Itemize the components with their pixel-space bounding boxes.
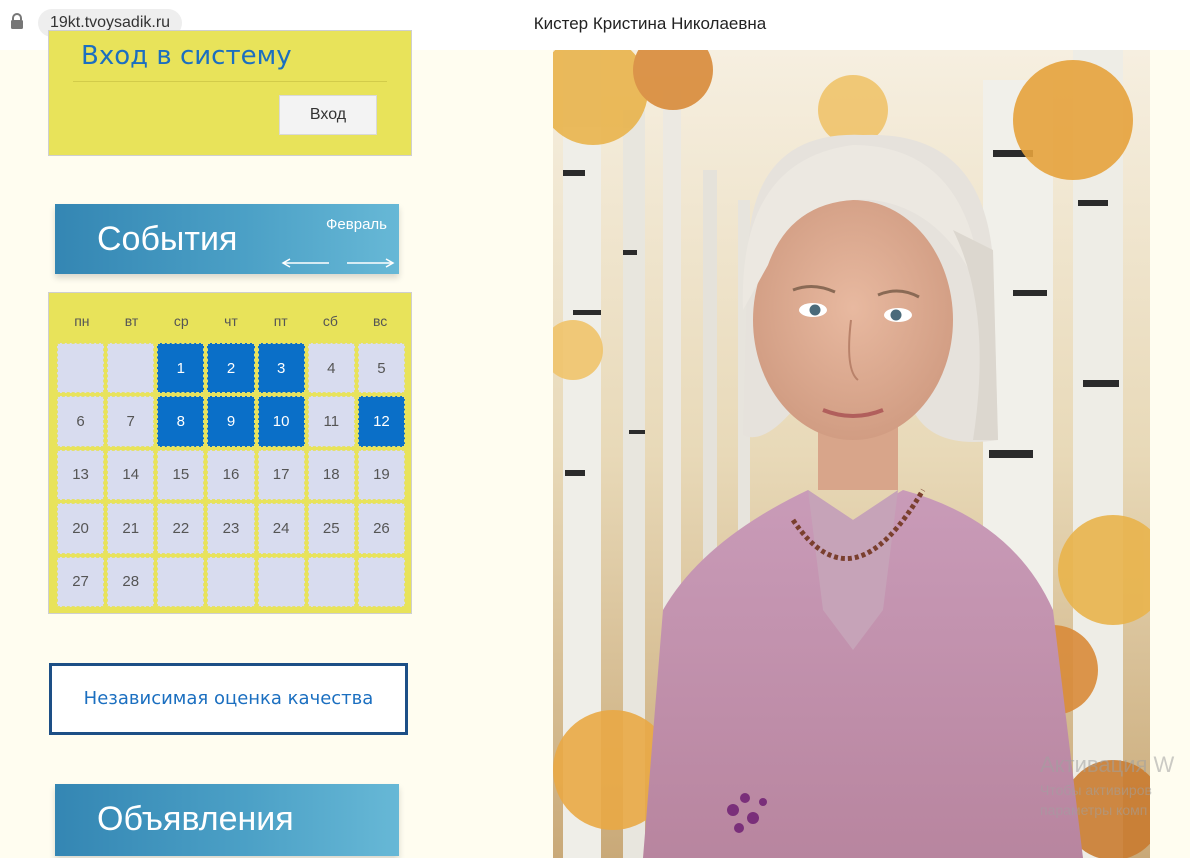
calendar-day: 17 xyxy=(257,449,305,501)
announcements-title: Объявления xyxy=(97,800,294,838)
calendar-day: 20 xyxy=(57,503,105,554)
calendar-day: 24 xyxy=(257,503,305,554)
calendar-event-day[interactable]: 9 xyxy=(207,396,255,447)
calendar-day: 4 xyxy=(307,343,355,394)
calendar-day: 22 xyxy=(157,503,205,554)
weekday-label: сб xyxy=(322,313,338,329)
quality-link[interactable]: Независимая оценка качества xyxy=(52,666,405,732)
calendar-day: 15 xyxy=(157,449,205,501)
calendar-empty-cell xyxy=(257,556,305,607)
calendar-day: 11 xyxy=(307,396,355,447)
teacher-portrait-photo xyxy=(553,50,1150,858)
events-title: События xyxy=(97,220,238,258)
calendar-day: 7 xyxy=(107,396,155,447)
calendar-day: 16 xyxy=(207,449,255,501)
calendar-day: 14 xyxy=(107,449,155,501)
weekday-label: вт xyxy=(124,313,139,329)
calendar-weekdays: пн вт ср чт пт сб вс xyxy=(57,299,405,343)
events-banner: События Февраль xyxy=(55,204,399,274)
watermark-line-2: Чтобы активиров xyxy=(1040,782,1152,798)
calendar-empty-cell xyxy=(57,343,105,394)
calendar-event-day[interactable]: 10 xyxy=(257,396,305,447)
login-title: Вход в систему xyxy=(81,41,292,71)
weekday-label: пт xyxy=(273,313,288,329)
calendar-day: 26 xyxy=(357,503,405,554)
next-month-arrow-icon[interactable] xyxy=(345,258,395,268)
calendar-day: 18 xyxy=(307,449,355,501)
calendar-empty-cell xyxy=(357,556,405,607)
activation-watermark: Активация W Чтобы активиров параметры ко… xyxy=(1040,752,1190,842)
quality-link-box: Независимая оценка качества xyxy=(49,663,408,735)
login-widget: Вход в систему Вход xyxy=(48,30,412,156)
login-button[interactable]: Вход xyxy=(279,95,377,135)
weekday-label: ср xyxy=(173,313,189,329)
calendar-day: 19 xyxy=(357,449,405,501)
calendar-day: 28 xyxy=(107,556,155,607)
calendar-day: 13 xyxy=(57,449,105,501)
prev-month-arrow-icon[interactable] xyxy=(281,258,331,268)
login-divider xyxy=(73,81,387,82)
calendar-empty-cell xyxy=(107,343,155,394)
calendar-day: 6 xyxy=(57,396,105,447)
calendar-event-day[interactable]: 3 xyxy=(257,343,305,394)
announcements-banner: Объявления xyxy=(55,784,399,856)
events-calendar: пн вт ср чт пт сб вс 1 2 3 4 5 6 7 8 9 10 11 12 13 14… xyxy=(48,292,412,614)
calendar-empty-cell xyxy=(157,556,205,607)
portrait-illustration xyxy=(553,50,1150,858)
calendar-event-day[interactable]: 2 xyxy=(207,343,255,394)
weekday-label: пн xyxy=(74,313,90,329)
calendar-day: 23 xyxy=(207,503,255,554)
calendar-empty-cell xyxy=(207,556,255,607)
calendar-event-day[interactable]: 12 xyxy=(357,396,405,447)
calendar-event-day[interactable]: 8 xyxy=(157,396,205,447)
weekday-label: вс xyxy=(373,313,388,329)
calendar-empty-cell xyxy=(307,556,355,607)
watermark-line-3: параметры комп xyxy=(1040,802,1148,818)
calendar-days: 1 2 3 4 5 6 7 8 9 10 11 12 13 14 15 16 17 18 19 20 21 22 23 24 2… xyxy=(57,343,405,607)
calendar-day: 27 xyxy=(57,556,105,607)
watermark-line-1: Активация W xyxy=(1040,752,1175,777)
calendar-day: 25 xyxy=(307,503,355,554)
weekday-label: чт xyxy=(224,313,238,329)
calendar-day: 5 xyxy=(357,343,405,394)
month-label: Февраль xyxy=(326,216,387,233)
calendar-day: 21 xyxy=(107,503,155,554)
calendar-event-day[interactable]: 1 xyxy=(157,343,205,394)
